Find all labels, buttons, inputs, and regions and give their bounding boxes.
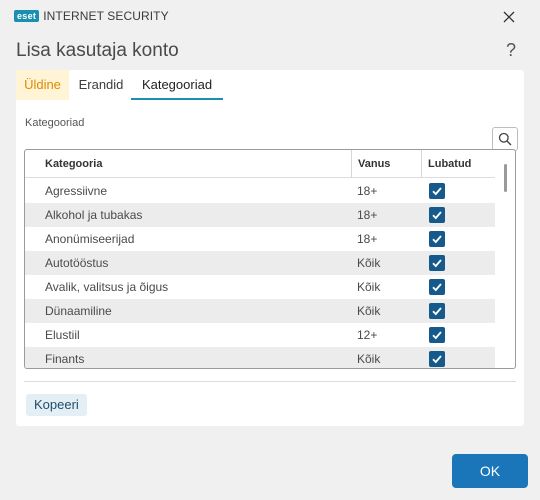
table-row[interactable]: Avalik, valitsus ja õigus Kõik bbox=[25, 275, 495, 299]
checkmark-icon bbox=[432, 355, 442, 364]
table-row[interactable]: Anonümiseerijad 18+ bbox=[25, 227, 495, 251]
column-header-age[interactable]: Vanus bbox=[351, 150, 421, 178]
copy-button[interactable]: Kopeeri bbox=[26, 394, 87, 416]
checkmark-icon bbox=[432, 259, 442, 268]
dialog-title: Lisa kasutaja konto bbox=[16, 40, 179, 61]
category-age: Kõik bbox=[357, 280, 381, 294]
title-bar: eset INTERNET SECURITY bbox=[0, 0, 540, 32]
table-scrollbar[interactable] bbox=[499, 160, 513, 360]
ok-button[interactable]: OK bbox=[452, 454, 528, 488]
category-age: Kõik bbox=[357, 352, 381, 366]
close-icon bbox=[503, 11, 515, 23]
scrollbar-thumb[interactable] bbox=[504, 164, 507, 192]
allowed-checkbox[interactable] bbox=[429, 279, 445, 295]
column-header-allowed[interactable]: Lubatud bbox=[421, 150, 495, 178]
checkmark-icon bbox=[432, 307, 442, 316]
table-row[interactable]: Agressiivne 18+ bbox=[25, 179, 495, 203]
category-name: Alkohol ja tubakas bbox=[45, 208, 143, 222]
allowed-checkbox[interactable] bbox=[429, 327, 445, 343]
category-name: Avalik, valitsus ja õigus bbox=[45, 280, 169, 294]
tab-exceptions[interactable]: Erandid bbox=[71, 70, 131, 100]
search-icon bbox=[498, 132, 512, 146]
search-button[interactable] bbox=[492, 127, 518, 151]
category-age: Kõik bbox=[357, 304, 381, 318]
close-button[interactable] bbox=[496, 6, 522, 28]
help-button[interactable]: ? bbox=[502, 40, 520, 64]
table-row[interactable]: Elustiil 12+ bbox=[25, 323, 495, 347]
tab-bar: Üldine Erandid Kategooriad bbox=[16, 70, 524, 100]
category-age: Kõik bbox=[357, 256, 381, 270]
content-panel: Üldine Erandid Kategooriad Kategooriad K… bbox=[16, 70, 524, 426]
category-age: 18+ bbox=[357, 232, 378, 246]
checkmark-icon bbox=[432, 235, 442, 244]
tab-general[interactable]: Üldine bbox=[16, 70, 69, 100]
checkmark-icon bbox=[432, 211, 442, 220]
checkmark-icon bbox=[432, 187, 442, 196]
product-name: INTERNET SECURITY bbox=[43, 9, 169, 23]
table-header: Kategooria Vanus Lubatud bbox=[25, 150, 495, 178]
allowed-checkbox[interactable] bbox=[429, 207, 445, 223]
eset-logo: eset INTERNET SECURITY bbox=[14, 9, 169, 23]
allowed-checkbox[interactable] bbox=[429, 255, 445, 271]
tab-categories[interactable]: Kategooriad bbox=[131, 70, 223, 100]
table-row[interactable]: Dünaamiline Kõik bbox=[25, 299, 495, 323]
category-name: Agressiivne bbox=[45, 184, 108, 198]
column-header-category[interactable]: Kategooria bbox=[39, 150, 355, 178]
category-name: Finants bbox=[45, 352, 85, 366]
category-age: 12+ bbox=[357, 328, 378, 342]
categories-table: Kategooria Vanus Lubatud Agressiivne 18+… bbox=[24, 149, 516, 369]
category-name: Dünaamiline bbox=[45, 304, 112, 318]
checkmark-icon bbox=[432, 283, 442, 292]
logo-badge: eset bbox=[14, 10, 40, 22]
table-body: Agressiivne 18+ Alkohol ja tubakas 18+ A… bbox=[25, 179, 495, 368]
allowed-checkbox[interactable] bbox=[429, 231, 445, 247]
category-name: Anonümiseerijad bbox=[45, 232, 135, 246]
category-name: Autotööstus bbox=[45, 256, 109, 270]
allowed-checkbox[interactable] bbox=[429, 303, 445, 319]
table-row[interactable]: Autotööstus Kõik bbox=[25, 251, 495, 275]
table-row[interactable]: Alkohol ja tubakas 18+ bbox=[25, 203, 495, 227]
allowed-checkbox[interactable] bbox=[429, 183, 445, 199]
section-label: Kategooriad bbox=[25, 117, 85, 129]
category-age: 18+ bbox=[357, 208, 378, 222]
checkmark-icon bbox=[432, 331, 442, 340]
allowed-checkbox[interactable] bbox=[429, 351, 445, 367]
category-name: Elustiil bbox=[45, 328, 80, 342]
table-row[interactable]: Finants Kõik bbox=[25, 347, 495, 368]
category-age: 18+ bbox=[357, 184, 378, 198]
divider bbox=[24, 381, 516, 382]
